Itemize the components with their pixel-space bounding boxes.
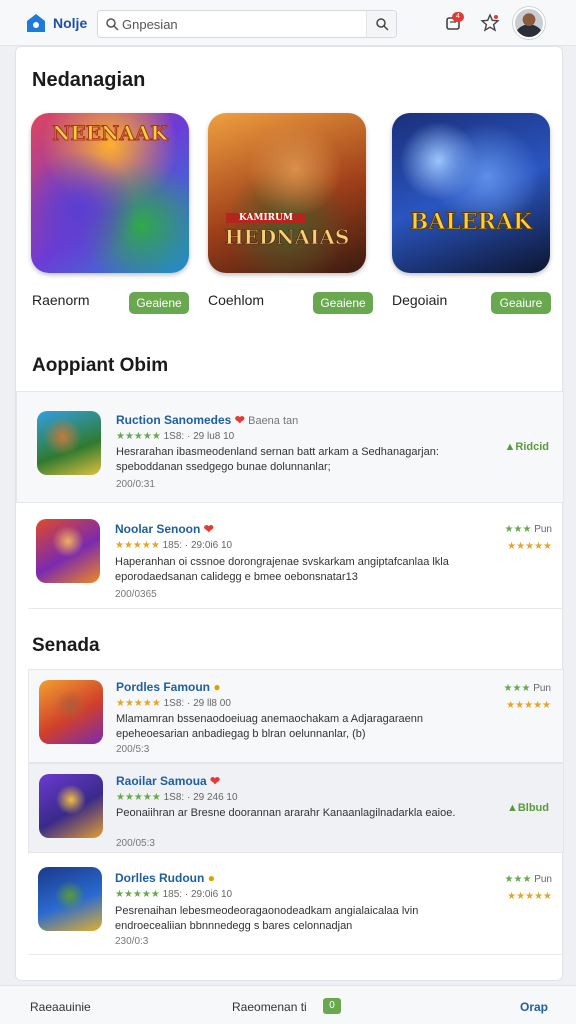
section-2-title: Aoppiant Obim (32, 355, 169, 376)
featured-game-1-name[interactable]: Raenorm (32, 292, 90, 308)
rating-stars: ★★★★★ 185: · 29:0i6 10 (115, 889, 233, 900)
top-bar: Nolje Gnpesian 4 (0, 0, 576, 46)
featured-game-2-get-button[interactable]: Geaiene (313, 292, 373, 314)
status-badge[interactable]: ▲Ridcid (504, 441, 549, 453)
rating-stars: ★★★★★ 1S8: · 29 246 10 (116, 792, 238, 803)
app-name[interactable]: Ruction Sanomedes ❤ Baena tan (116, 413, 298, 427)
coin-icon: ● (213, 680, 221, 694)
heart-icon: ❤ (203, 522, 214, 536)
coin-icon: ● (207, 871, 215, 885)
featured-section-title: Nedanagian (32, 69, 146, 91)
app-date: 230/0:3 (115, 936, 149, 947)
rating-stars: ★★★★★ 1S8: · 29 ll8 00 (116, 698, 231, 709)
tag-icon: ▲ (504, 441, 516, 453)
search-button[interactable] (366, 11, 396, 37)
bottom-nav-right[interactable]: Orap (520, 1000, 548, 1014)
featured-game-2-art-banner: KAMIRUM (226, 213, 306, 223)
star-icon[interactable] (480, 13, 500, 33)
app-thumbnail (39, 774, 103, 838)
app-description: Haperanhan oi cssnoe dorongrajenae svska… (115, 556, 449, 583)
search-bar[interactable]: Gnpesian (97, 10, 397, 38)
app-thumbnail (39, 680, 103, 744)
app-name[interactable]: Noolar Senoon ❤ (115, 522, 214, 536)
rating-stars: ★★★★★ 185: · 29:0i6 10 (115, 540, 233, 551)
app-thumbnail (37, 411, 101, 475)
list-item[interactable]: Dorlles Rudoun ● ★★★★★ 185: · 29:0i6 10 … (28, 857, 564, 955)
bottom-bar: Raeaauinie Raeomenan ti 0 Orap (0, 985, 576, 1024)
featured-game-3-artwork[interactable]: BALERAK (392, 113, 550, 273)
rating-summary: ★★★ Pun ★★★★★ (504, 524, 552, 552)
section-3-title: Senada (32, 635, 100, 656)
featured-game-3-get-button[interactable]: Geaiure (491, 292, 551, 314)
app-description: Hesrarahan ibasmeodenland sernan batt ar… (116, 446, 439, 473)
status-badge[interactable]: ▲Blbud (507, 802, 549, 814)
featured-game-2-art-title: HEDNAIAS (224, 225, 350, 250)
bottom-nav-left[interactable]: Raeaauinie (30, 1000, 91, 1014)
search-icon (376, 18, 389, 31)
app-description: Mlamamran bssenaodoeiuag anemaochakam a … (116, 713, 423, 740)
featured-game-2-artwork[interactable]: KAMIRUM HEDNAIAS (208, 113, 366, 273)
list-item[interactable]: Raoilar Samoua ❤ ★★★★★ 1S8: · 29 246 10 … (28, 763, 564, 853)
app-date: 200/5:3 (116, 744, 150, 755)
brand-name[interactable]: Nolje (53, 15, 87, 31)
search-input[interactable]: Gnpesian (122, 17, 178, 32)
user-avatar[interactable] (513, 7, 545, 39)
app-name[interactable]: Dorlles Rudoun ● (115, 871, 215, 885)
main-content-card: Nedanagian NEENAAK KAMIRUM HEDNAIAS BALE… (15, 46, 564, 981)
app-date: 200/0:31 (116, 479, 155, 490)
app-thumbnail (36, 519, 100, 583)
rating-stars: ★★★★★ 1S8: · 29 lu8 10 (116, 431, 235, 442)
app-date: 200/05:3 (116, 838, 155, 849)
list-item[interactable]: Pordles Famoun ● ★★★★★ 1S8: · 29 ll8 00 … (28, 669, 564, 763)
heart-icon: ❤ (210, 774, 221, 788)
app-description: Peonaiihran ar Bresne doorannan ararahr … (116, 807, 456, 819)
tag-icon: ▲ (506, 802, 518, 814)
app-description: Pesrenaihan lebesmeodeoragaonodeadkam an… (115, 905, 419, 932)
search-icon (106, 18, 119, 31)
rating-summary: ★★★ Pun ★★★★★ (503, 683, 551, 711)
app-date: 200/0365 (115, 589, 157, 600)
list-item[interactable]: Noolar Senoon ❤ ★★★★★ 185: · 29:0i6 10 H… (28, 503, 564, 609)
heart-icon: ❤ (234, 413, 245, 427)
featured-game-1-art-title: NEENAAK (52, 121, 168, 146)
app-name[interactable]: Pordles Famoun ● (116, 680, 221, 694)
list-item[interactable]: Ruction Sanomedes ❤ Baena tan ★★★★★ 1S8:… (16, 391, 564, 503)
home-logo-icon[interactable] (26, 13, 46, 33)
app-thumbnail (38, 867, 102, 931)
app-name[interactable]: Raoilar Samoua ❤ (116, 774, 220, 788)
featured-game-3-name[interactable]: Degoiain (392, 292, 447, 308)
featured-game-1-get-button[interactable]: Geaiene (129, 292, 189, 314)
bottom-nav-badge: 0 (323, 998, 341, 1014)
featured-game-2-name[interactable]: Coehlom (208, 292, 264, 308)
bottom-nav-middle[interactable]: Raeomenan ti (232, 1000, 307, 1014)
featured-game-3-art-title: BALERAK (409, 209, 533, 236)
featured-game-1-artwork[interactable]: NEENAAK (31, 113, 189, 273)
rating-summary: ★★★ Pun ★★★★★ (504, 874, 552, 902)
notification-badge: 4 (452, 12, 464, 22)
